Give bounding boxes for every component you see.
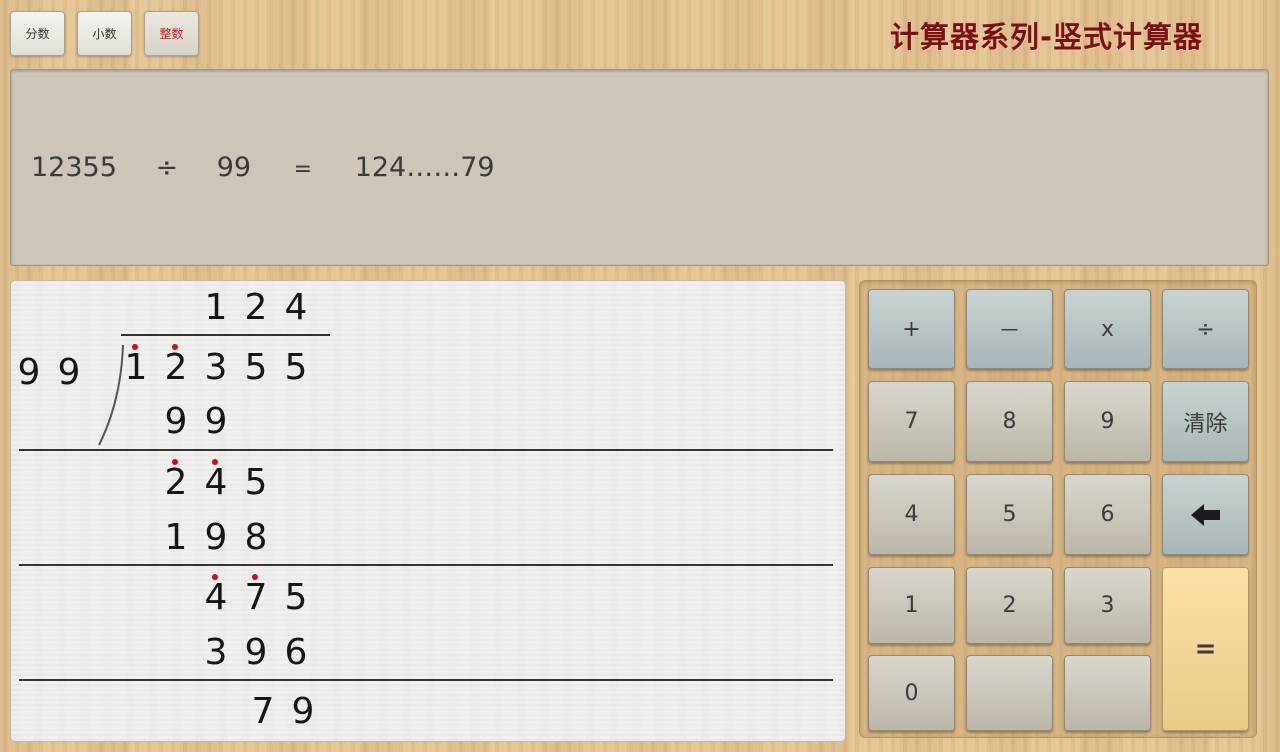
step-digit: 6 — [284, 632, 308, 673]
digit-3-key[interactable]: 3 — [1064, 567, 1151, 644]
borrow-dot — [252, 574, 258, 580]
borrow-dot — [172, 459, 178, 465]
step-digit: 3 — [204, 632, 228, 673]
digit-6-key[interactable]: 6 — [1064, 474, 1151, 555]
result-display: 12355 ÷ 99 = 124……79 — [10, 69, 1269, 266]
digit-1-key[interactable]: 1 — [868, 567, 955, 644]
digit-5-key[interactable]: 5 — [966, 474, 1053, 555]
step-digit: 9 — [204, 401, 228, 442]
app-title: 计算器系列-竖式计算器 — [890, 20, 1204, 54]
quotient-digit: 4 — [284, 287, 308, 328]
borrow-dot — [132, 344, 138, 350]
mode-decimal-button[interactable]: 小数 — [77, 11, 132, 56]
quotient-digit: 1 — [204, 287, 228, 328]
add-key[interactable]: + — [868, 289, 955, 369]
dividend-digit: 1 — [124, 347, 148, 388]
digit-9-key[interactable]: 9 — [1064, 381, 1151, 462]
divisor-digit: 9 — [17, 352, 41, 393]
divisor-digit: 9 — [57, 352, 81, 393]
expression: 12355 ÷ 99 = 124……79 — [31, 152, 495, 183]
equals-symbol: = — [293, 157, 313, 182]
step-rule — [19, 679, 833, 681]
equals-key[interactable]: = — [1162, 567, 1249, 731]
borrow-dot — [212, 574, 218, 580]
arrow-left-icon — [1190, 503, 1220, 526]
digit-7-key[interactable]: 7 — [868, 381, 955, 462]
step-rule — [19, 564, 833, 566]
dividend-digit: 5 — [244, 347, 268, 388]
step-digit: 9 — [164, 401, 188, 442]
dividend-digit: 2 — [164, 347, 188, 388]
blank-key[interactable] — [966, 655, 1053, 731]
digit-8-key[interactable]: 8 — [966, 381, 1053, 462]
quotient-digit: 2 — [244, 287, 268, 328]
step-digit: 9 — [204, 517, 228, 558]
dividend-digit: 5 — [284, 347, 308, 388]
mode-fraction-button[interactable]: 分数 — [10, 11, 65, 56]
digit-4-key[interactable]: 4 — [868, 474, 955, 555]
dividend-digit: 3 — [204, 347, 228, 388]
step-digit: 5 — [284, 577, 308, 618]
step-digit: 4 — [204, 577, 228, 618]
remainder-digit: 9 — [291, 691, 315, 732]
borrow-dot — [212, 459, 218, 465]
multiply-key[interactable]: x — [1064, 289, 1151, 369]
mode-integer-button[interactable]: 整数 — [144, 11, 199, 56]
backspace-key[interactable] — [1162, 474, 1249, 555]
result-value: 124……79 — [354, 152, 495, 183]
borrow-dot — [172, 344, 178, 350]
step-digit: 9 — [244, 632, 268, 673]
operator-symbol: ÷ — [155, 152, 179, 183]
step-digit: 2 — [164, 462, 188, 503]
step-rule — [19, 449, 833, 451]
quotient-bar — [121, 334, 330, 336]
digit-0-key[interactable]: 0 — [868, 655, 955, 731]
step-digit: 4 — [204, 462, 228, 503]
step-digit: 1 — [164, 517, 188, 558]
long-division-paper: 1 2 4 9 9 1 2 3 5 5 9 9 2 4 5 1 9 8 4 7 … — [10, 280, 846, 742]
dividend-value: 12355 — [31, 152, 117, 183]
clear-key[interactable]: 清除 — [1162, 381, 1249, 462]
divide-key[interactable]: ÷ — [1162, 289, 1249, 369]
keypad: + － x ÷ 7 8 9 清除 4 5 6 1 2 3 0 = — [859, 280, 1257, 738]
step-digit: 5 — [244, 462, 268, 503]
digit-2-key[interactable]: 2 — [966, 567, 1053, 644]
step-digit: 8 — [244, 517, 268, 558]
blank-key[interactable] — [1064, 655, 1151, 731]
divisor-value: 99 — [216, 152, 252, 183]
subtract-key[interactable]: － — [966, 289, 1053, 369]
remainder-digit: 7 — [251, 691, 275, 732]
step-digit: 7 — [244, 577, 268, 618]
